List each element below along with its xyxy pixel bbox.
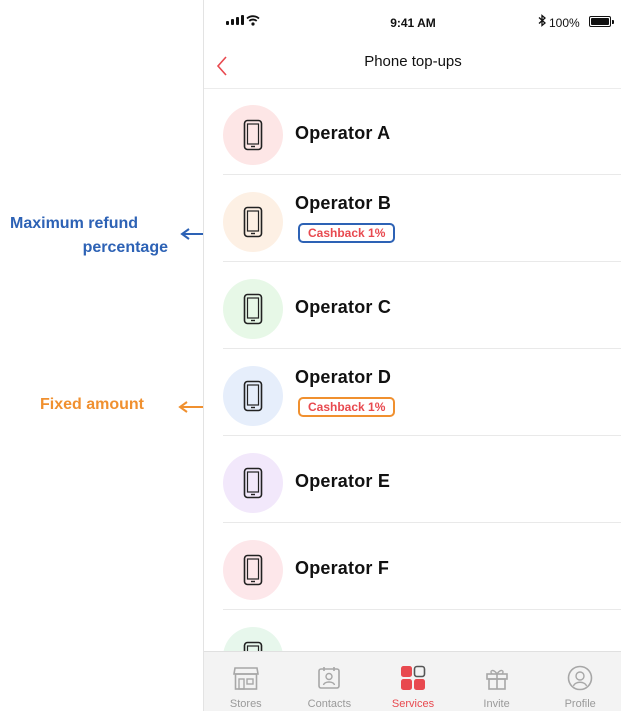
tab-label: Invite [483, 698, 510, 710]
battery-icon [589, 16, 614, 27]
operator-name: Operator D [295, 367, 392, 387]
annotation-max-refund: Maximum refund percentage [10, 212, 168, 260]
operator-icon-circle [223, 192, 283, 252]
operator-icon-circle [223, 366, 283, 426]
operator-icon-circle [223, 105, 283, 165]
tab-label: Contacts [307, 698, 352, 710]
phone-icon [243, 119, 263, 151]
operator-row-e[interactable]: Operator E [204, 436, 621, 523]
operator-list: Operator A Operator B Cashback 1% Operat… [204, 88, 621, 697]
operator-name: Operator F [295, 558, 390, 578]
tab-contacts[interactable]: Contacts [288, 652, 372, 711]
operator-icon-circle [223, 540, 283, 600]
tab-invite[interactable]: Invite [455, 652, 539, 711]
phone-icon [243, 467, 263, 499]
operator-row-a[interactable]: Operator A [204, 88, 621, 175]
operator-name: Operator B [295, 193, 392, 213]
tab-bar: Stores Contacts Services Invite Profile [204, 651, 621, 711]
profile-icon [567, 665, 593, 691]
tab-label: Profile [564, 698, 596, 710]
phone-icon [243, 293, 263, 325]
annotation-max-refund-line1: Maximum refund [10, 215, 139, 232]
operator-row-d[interactable]: Operator D Cashback 1% [204, 349, 621, 436]
operator-name: Operator A [295, 123, 391, 143]
operator-name: Operator E [295, 471, 391, 491]
operator-row-b[interactable]: Operator B Cashback 1% [204, 175, 621, 262]
phone-icon [243, 380, 263, 412]
annotation-max-refund-line2: percentage [82, 239, 168, 256]
tab-services[interactable]: Services [371, 652, 455, 711]
tab-profile[interactable]: Profile [538, 652, 621, 711]
operator-icon-circle [223, 453, 283, 513]
operator-icon-circle [223, 279, 283, 339]
page-title: Phone top-ups [364, 53, 462, 70]
tab-stores[interactable]: Stores [204, 652, 288, 711]
bluetooth-icon [538, 14, 546, 27]
annotation-fixed-amount: Fixed amount [40, 396, 145, 413]
operator-row-f[interactable]: Operator F [204, 523, 621, 610]
cashback-badge: Cashback 1% [298, 397, 396, 417]
tab-label: Stores [229, 698, 262, 710]
operator-row-c[interactable]: Operator C [204, 262, 621, 349]
cashback-badge: Cashback 1% [298, 223, 396, 243]
battery-percent: 100% [549, 16, 580, 30]
navigation-bar: Phone top-ups [204, 44, 621, 89]
tab-label: Services [391, 698, 435, 710]
phone-icon [243, 206, 263, 238]
status-bar: 9:41 AM 100% [204, 0, 621, 44]
phone-screen: 9:41 AM 100% Phone top-ups Operator A Op… [203, 0, 621, 711]
phone-icon [243, 554, 263, 586]
store-icon [232, 667, 259, 690]
gift-icon [485, 669, 508, 690]
services-icon [400, 665, 426, 690]
contacts-icon [318, 667, 341, 689]
operator-name: Operator C [295, 297, 392, 317]
